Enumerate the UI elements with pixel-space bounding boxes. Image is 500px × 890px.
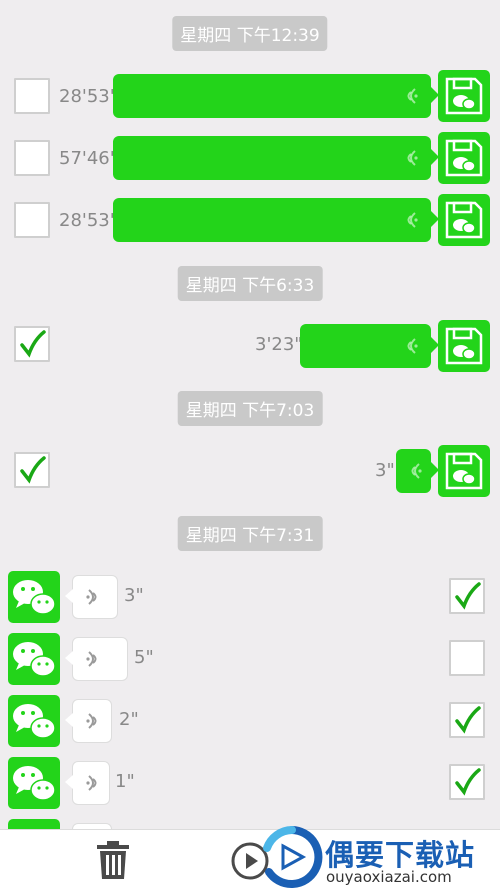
voice-duration: 5" <box>134 647 154 668</box>
voice-wave-icon <box>86 775 97 791</box>
voice-message-bubble[interactable] <box>113 198 439 242</box>
voice-duration: 1" <box>115 771 135 792</box>
voice-message-bubble[interactable] <box>396 449 439 493</box>
save-voice-icon[interactable] <box>438 132 490 184</box>
voice-duration: 3" <box>375 460 395 481</box>
voice-duration: 3" <box>124 585 144 606</box>
message-checkbox[interactable] <box>449 764 485 800</box>
voice-duration: 28'53" <box>59 210 119 231</box>
save-voice-icon[interactable] <box>438 445 490 497</box>
voice-message-bubble[interactable] <box>113 74 439 118</box>
message-checkbox[interactable] <box>449 578 485 614</box>
voice-duration: 3'23" <box>255 334 303 355</box>
message-checkbox[interactable] <box>14 202 50 238</box>
wechat-avatar-icon <box>8 695 60 747</box>
wechat-avatar-icon <box>8 571 60 623</box>
voice-message-bubble[interactable] <box>300 324 439 368</box>
message-checkbox[interactable] <box>14 78 50 114</box>
voice-message-bubble[interactable] <box>65 637 128 681</box>
voice-wave-icon <box>411 463 422 479</box>
watermark-logo-icon <box>263 826 323 888</box>
voice-wave-icon <box>407 150 418 166</box>
message-checkbox[interactable] <box>449 702 485 738</box>
voice-duration: 2" <box>119 709 139 730</box>
voice-wave-icon <box>407 212 418 228</box>
timestamp: 星期四 下午7:31 <box>177 516 323 551</box>
timestamp: 星期四 下午6:33 <box>177 266 323 301</box>
checkmark-icon <box>455 768 481 796</box>
voice-wave-icon <box>86 713 97 729</box>
voice-message-bubble[interactable] <box>65 575 118 619</box>
voice-wave-icon <box>86 589 97 605</box>
save-voice-icon[interactable] <box>438 320 490 372</box>
voice-duration: 28'53" <box>59 86 119 107</box>
voice-message-bubble[interactable] <box>113 136 439 180</box>
message-checkbox[interactable] <box>449 640 485 676</box>
wechat-avatar-icon <box>8 633 60 685</box>
checkmark-icon <box>20 330 46 358</box>
voice-message-bubble[interactable] <box>65 699 112 743</box>
wechat-avatar-icon <box>8 819 60 829</box>
wechat-avatar-icon <box>8 757 60 809</box>
checkmark-icon <box>20 456 46 484</box>
watermark-site-url: ouyaoxiazai.com <box>326 868 452 886</box>
save-voice-icon[interactable] <box>438 194 490 246</box>
voice-wave-icon <box>407 338 418 354</box>
timestamp: 星期四 下午7:03 <box>177 391 323 426</box>
timestamp: 星期四 下午12:39 <box>172 16 328 51</box>
voice-duration: 57'46" <box>59 148 119 169</box>
message-checkbox[interactable] <box>14 452 50 488</box>
voice-message-bubble[interactable] <box>65 761 110 805</box>
message-checkbox[interactable] <box>14 326 50 362</box>
voice-wave-icon <box>86 651 97 667</box>
trash-icon[interactable] <box>95 840 131 880</box>
save-voice-icon[interactable] <box>438 70 490 122</box>
message-checkbox[interactable] <box>14 140 50 176</box>
checkmark-icon <box>455 706 481 734</box>
voice-wave-icon <box>407 88 418 104</box>
checkmark-icon <box>455 582 481 610</box>
